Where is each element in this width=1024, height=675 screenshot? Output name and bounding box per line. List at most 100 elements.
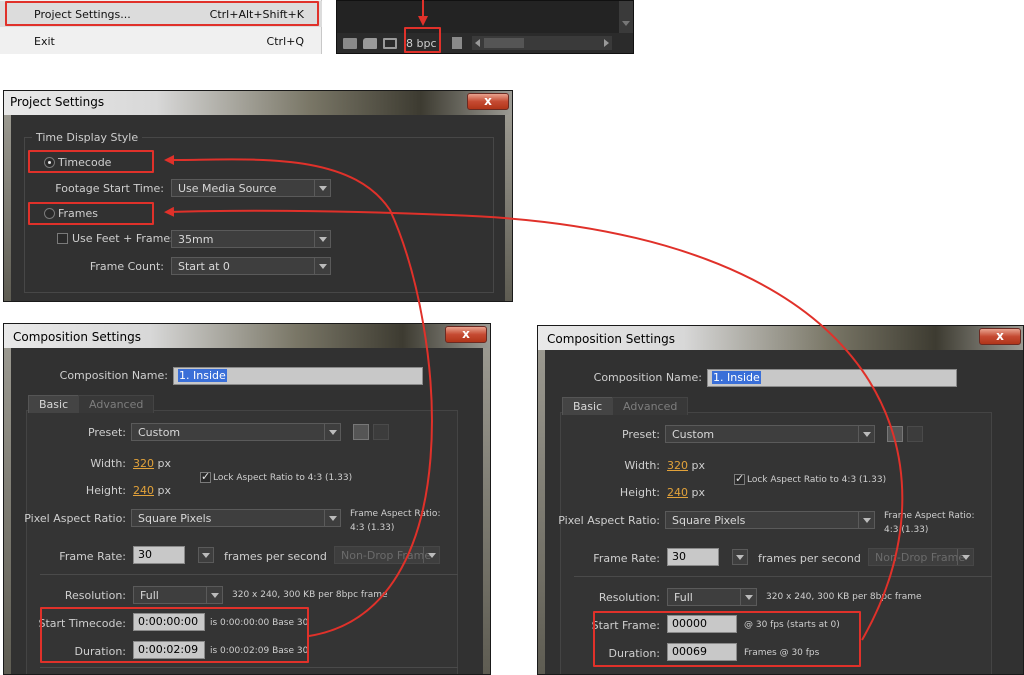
window-frame <box>4 115 11 301</box>
width-label: Width: <box>624 459 660 472</box>
duration-input[interactable]: 00069 <box>667 643 737 661</box>
lock-aspect-label: Lock Aspect Ratio to 4:3 (1.33) <box>747 475 887 485</box>
close-button[interactable]: x <box>445 326 487 343</box>
timecode-radio[interactable] <box>44 157 55 168</box>
file-menu: Project Settings... Ctrl+Alt+Shift+K Exi… <box>0 0 322 54</box>
comp-name-input[interactable]: 1. Inside <box>173 367 423 385</box>
timecode-label: Timecode <box>58 156 112 169</box>
tab-advanced[interactable]: Advanced <box>612 397 689 415</box>
start-timecode-input[interactable]: 0:00:00:00 <box>133 613 205 631</box>
chevron-down-icon <box>314 231 330 247</box>
width-value[interactable]: 320 px <box>667 459 705 472</box>
close-button[interactable]: x <box>467 93 509 110</box>
feet-frames-dropdown[interactable]: 35mm <box>171 230 331 248</box>
horizontal-scrollbar[interactable] <box>471 36 612 50</box>
divider <box>40 667 458 668</box>
par-dropdown[interactable]: Square Pixels <box>665 511 875 529</box>
titlebar: Project Settings x <box>4 91 512 115</box>
delete-preset-icon[interactable] <box>907 426 923 442</box>
dropdown-value: Full <box>674 591 693 604</box>
frame-rate-input[interactable]: 30 <box>133 546 185 564</box>
footage-start-dropdown[interactable]: Use Media Source <box>171 179 331 197</box>
dropdown-value: Non-Drop Frame <box>341 549 432 562</box>
height-label: Height: <box>85 484 126 497</box>
height-number[interactable]: 240 <box>133 484 154 497</box>
lock-aspect-checkbox[interactable] <box>200 470 211 483</box>
delete-preset-icon[interactable] <box>373 424 389 440</box>
drop-frame-dropdown[interactable]: Non-Drop Frame <box>334 546 440 564</box>
feet-frames-label: Use Feet + Frames: <box>72 232 180 245</box>
width-number[interactable]: 320 <box>133 457 154 470</box>
menu-item-project-settings[interactable]: Project Settings... Ctrl+Alt+Shift+K <box>0 1 322 27</box>
frames-radio[interactable] <box>44 208 55 219</box>
preset-dropdown[interactable]: Custom <box>665 425 875 443</box>
resolution-info: 320 x 240, 300 KB per 8bpc frame <box>766 592 922 602</box>
width-value[interactable]: 320 px <box>133 457 171 470</box>
tab-basic[interactable]: Basic <box>28 395 80 413</box>
height-value[interactable]: 240 px <box>667 486 705 499</box>
far-label: Frame Aspect Ratio: <box>350 509 441 519</box>
dialog-title: Composition Settings <box>547 332 675 346</box>
width-number[interactable]: 320 <box>667 459 688 472</box>
frame-rate-dropdown[interactable] <box>732 549 748 565</box>
dropdown-value: Square Pixels <box>672 514 746 527</box>
height-number[interactable]: 240 <box>667 486 688 499</box>
dialog-title: Project Settings <box>10 95 105 109</box>
start-frame-input[interactable]: 00000 <box>667 615 737 633</box>
duration-input[interactable]: 0:00:02:09 <box>133 641 205 659</box>
menu-item-exit[interactable]: Exit Ctrl+Q <box>0 28 322 54</box>
group-label: Time Display Style <box>32 131 143 144</box>
bit-depth-button[interactable]: 8 bpc <box>403 37 440 50</box>
dropdown-value: Square Pixels <box>138 512 212 525</box>
frame-rate-label: Frame Rate: <box>59 550 126 563</box>
dropdown-value: Full <box>140 589 159 602</box>
menu-item-label: Project Settings... <box>34 7 131 21</box>
interpret-footage-icon[interactable] <box>343 37 357 49</box>
px-unit: px <box>691 459 706 472</box>
new-composition-icon[interactable] <box>383 37 397 49</box>
close-button[interactable]: x <box>979 328 1021 345</box>
scrollbar-thumb[interactable] <box>483 38 524 48</box>
far-label: Frame Aspect Ratio: <box>884 511 975 521</box>
par-label: Pixel Aspect Ratio: <box>24 512 126 525</box>
feet-frames-checkbox[interactable] <box>57 233 68 244</box>
window-frame <box>538 350 545 674</box>
chevron-down-icon <box>740 589 756 605</box>
divider <box>40 574 458 575</box>
save-preset-icon[interactable] <box>887 426 903 442</box>
comp-name-input[interactable]: 1. Inside <box>707 369 957 387</box>
frame-rate-dropdown[interactable] <box>198 547 214 563</box>
frame-rate-input[interactable]: 30 <box>667 548 719 566</box>
window-frame <box>483 348 490 674</box>
comp-name-label: Composition Name: <box>593 371 702 384</box>
titlebar: Composition Settings x <box>4 324 490 348</box>
save-preset-icon[interactable] <box>353 424 369 440</box>
project-panel-toolbar: 8 bpc <box>337 33 633 53</box>
lock-aspect-checkbox[interactable] <box>734 472 745 485</box>
height-value[interactable]: 240 px <box>133 484 171 497</box>
drop-frame-dropdown[interactable]: Non-Drop Frame <box>868 548 974 566</box>
start-timecode-info: is 0:00:00:00 Base 30 <box>210 618 309 628</box>
new-folder-icon[interactable] <box>363 37 377 49</box>
tab-advanced[interactable]: Advanced <box>78 395 155 413</box>
par-dropdown[interactable]: Square Pixels <box>131 509 341 527</box>
vertical-scrollbar[interactable] <box>619 1 633 33</box>
footage-start-label: Footage Start Time: <box>55 182 164 195</box>
lock-aspect-label: Lock Aspect Ratio to 4:3 (1.33) <box>213 473 353 483</box>
composition-settings-dialog-frames: Composition Settings x Composition Name:… <box>537 325 1024 675</box>
chevron-right-icon <box>603 39 609 47</box>
frames-label: Frames <box>58 207 99 220</box>
tab-basic[interactable]: Basic <box>562 397 614 415</box>
divider <box>574 576 992 577</box>
comp-name-value: 1. Inside <box>178 369 227 382</box>
resolution-dropdown[interactable]: Full <box>667 588 757 606</box>
resolution-dropdown[interactable]: Full <box>133 586 223 604</box>
menu-item-shortcut: Ctrl+Q <box>266 34 304 48</box>
frame-count-dropdown[interactable]: Start at 0 <box>171 257 331 275</box>
width-label: Width: <box>90 457 126 470</box>
preset-dropdown[interactable]: Custom <box>131 423 341 441</box>
preset-label: Preset: <box>87 426 126 439</box>
dropdown-value: Non-Drop Frame <box>875 551 966 564</box>
par-label: Pixel Aspect Ratio: <box>558 514 660 527</box>
trash-icon[interactable] <box>451 37 462 49</box>
